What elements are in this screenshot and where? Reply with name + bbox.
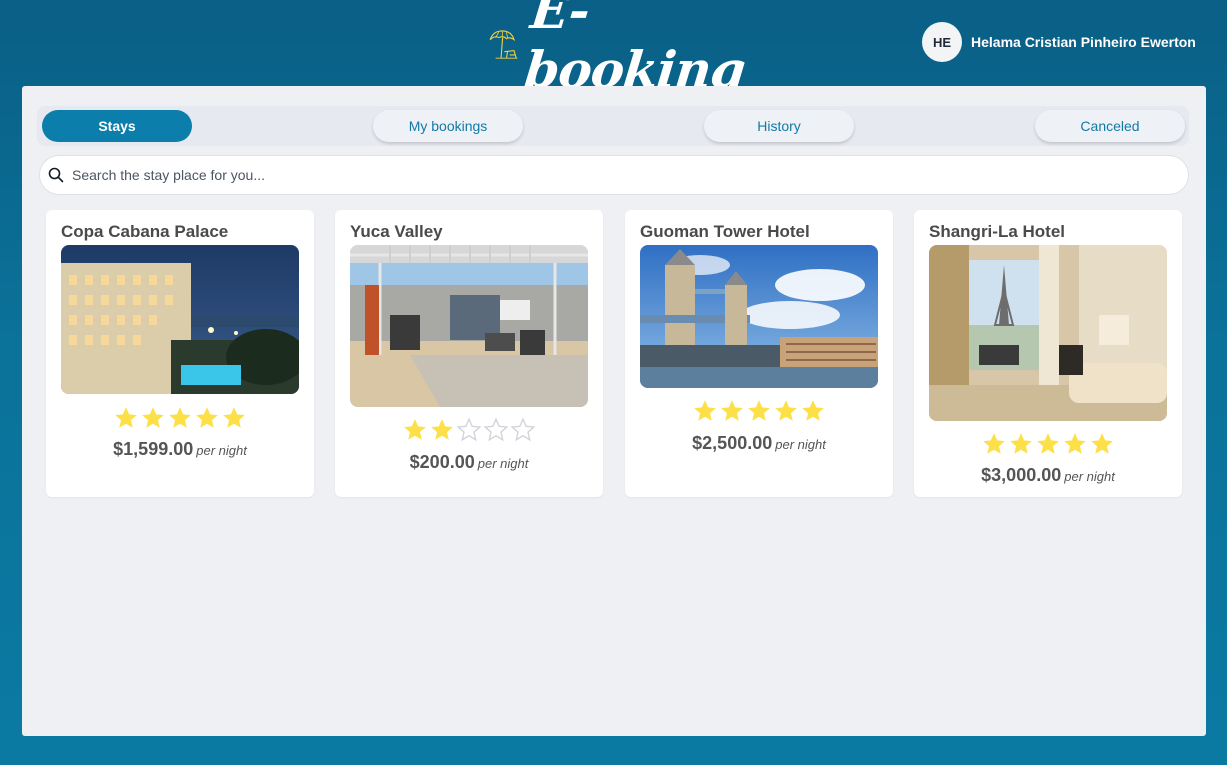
stay-price: $200.00 per night	[335, 452, 603, 473]
price-amount: $1,599.00	[113, 439, 194, 459]
price-unit: per night	[477, 456, 529, 471]
star-filled-icon	[694, 400, 716, 421]
user-profile[interactable]: HE Helama Cristian Pinheiro Ewerton	[922, 22, 1196, 62]
tab-stays[interactable]: Stays	[42, 110, 192, 142]
star-filled-icon	[1010, 433, 1032, 454]
star-empty-icon	[510, 417, 536, 442]
stay-card-copa-cabana-palace[interactable]: Copa Cabana Palace $1,599.00 per night	[46, 210, 314, 497]
stay-card-guoman-tower-hotel[interactable]: Guoman Tower Hotel $2,500.00 per night	[625, 210, 893, 497]
price-amount: $2,500.00	[692, 433, 773, 453]
star-filled-icon	[169, 407, 191, 428]
search-icon	[48, 167, 64, 183]
app-header: E-booking HE Helama Cristian Pinheiro Ew…	[0, 0, 1227, 99]
star-filled-icon	[223, 407, 245, 428]
star-rating	[625, 398, 893, 424]
logo-text: E-booking	[522, 0, 749, 99]
star-filled-icon	[1037, 433, 1059, 454]
star-filled-icon	[142, 407, 164, 428]
main-panel: Stays My bookings History Canceled Copa …	[22, 86, 1206, 736]
stay-price: $3,000.00 per night	[914, 465, 1182, 486]
backyard-pergola-photo	[350, 245, 588, 407]
price-amount: $200.00	[409, 452, 475, 472]
star-filled-icon	[196, 407, 218, 428]
stay-name: Yuca Valley	[350, 222, 443, 241]
star-filled-icon	[404, 419, 426, 440]
avatar[interactable]: HE	[922, 22, 962, 62]
stay-name: Shangri-La Hotel	[929, 222, 1066, 241]
star-filled-icon	[1064, 433, 1086, 454]
star-rating	[46, 405, 314, 431]
star-empty-icon	[456, 417, 482, 442]
star-rating	[914, 431, 1182, 457]
stay-price: $1,599.00 per night	[46, 439, 314, 460]
price-unit: per night	[1064, 469, 1115, 484]
tab-bar: Stays My bookings History Canceled	[37, 106, 1189, 146]
beach-umbrella-icon	[489, 30, 518, 59]
star-filled-icon	[431, 419, 453, 440]
stay-card-yuca-valley[interactable]: Yuca Valley $200.00 per night	[335, 210, 603, 497]
tab-my-bookings[interactable]: My bookings	[373, 110, 523, 142]
tower-bridge-photo	[640, 245, 878, 388]
star-filled-icon	[115, 407, 137, 428]
search-bar	[39, 155, 1189, 195]
price-unit: per night	[196, 443, 247, 458]
star-filled-icon	[748, 400, 770, 421]
star-filled-icon	[1091, 433, 1113, 454]
search-input[interactable]	[72, 167, 1152, 183]
stay-card-shangri-la-hotel[interactable]: Shangri-La Hotel $3,000.00 per night	[914, 210, 1182, 497]
user-name: Helama Cristian Pinheiro Ewerton	[971, 34, 1196, 50]
price-amount: $3,000.00	[981, 465, 1062, 485]
star-empty-icon	[483, 417, 509, 442]
tab-history[interactable]: History	[704, 110, 854, 142]
eiffel-view-room-photo	[929, 245, 1167, 421]
star-filled-icon	[775, 400, 797, 421]
star-filled-icon	[983, 433, 1005, 454]
stay-price: $2,500.00 per night	[625, 433, 893, 454]
star-rating	[335, 417, 603, 443]
app-logo[interactable]: E-booking	[488, 0, 748, 99]
tab-canceled[interactable]: Canceled	[1035, 110, 1185, 142]
star-filled-icon	[802, 400, 824, 421]
star-filled-icon	[721, 400, 743, 421]
price-unit: per night	[775, 437, 826, 452]
stay-name: Copa Cabana Palace	[61, 222, 229, 241]
stay-name: Guoman Tower Hotel	[640, 222, 810, 241]
hotel-night-pool-photo	[61, 245, 299, 394]
